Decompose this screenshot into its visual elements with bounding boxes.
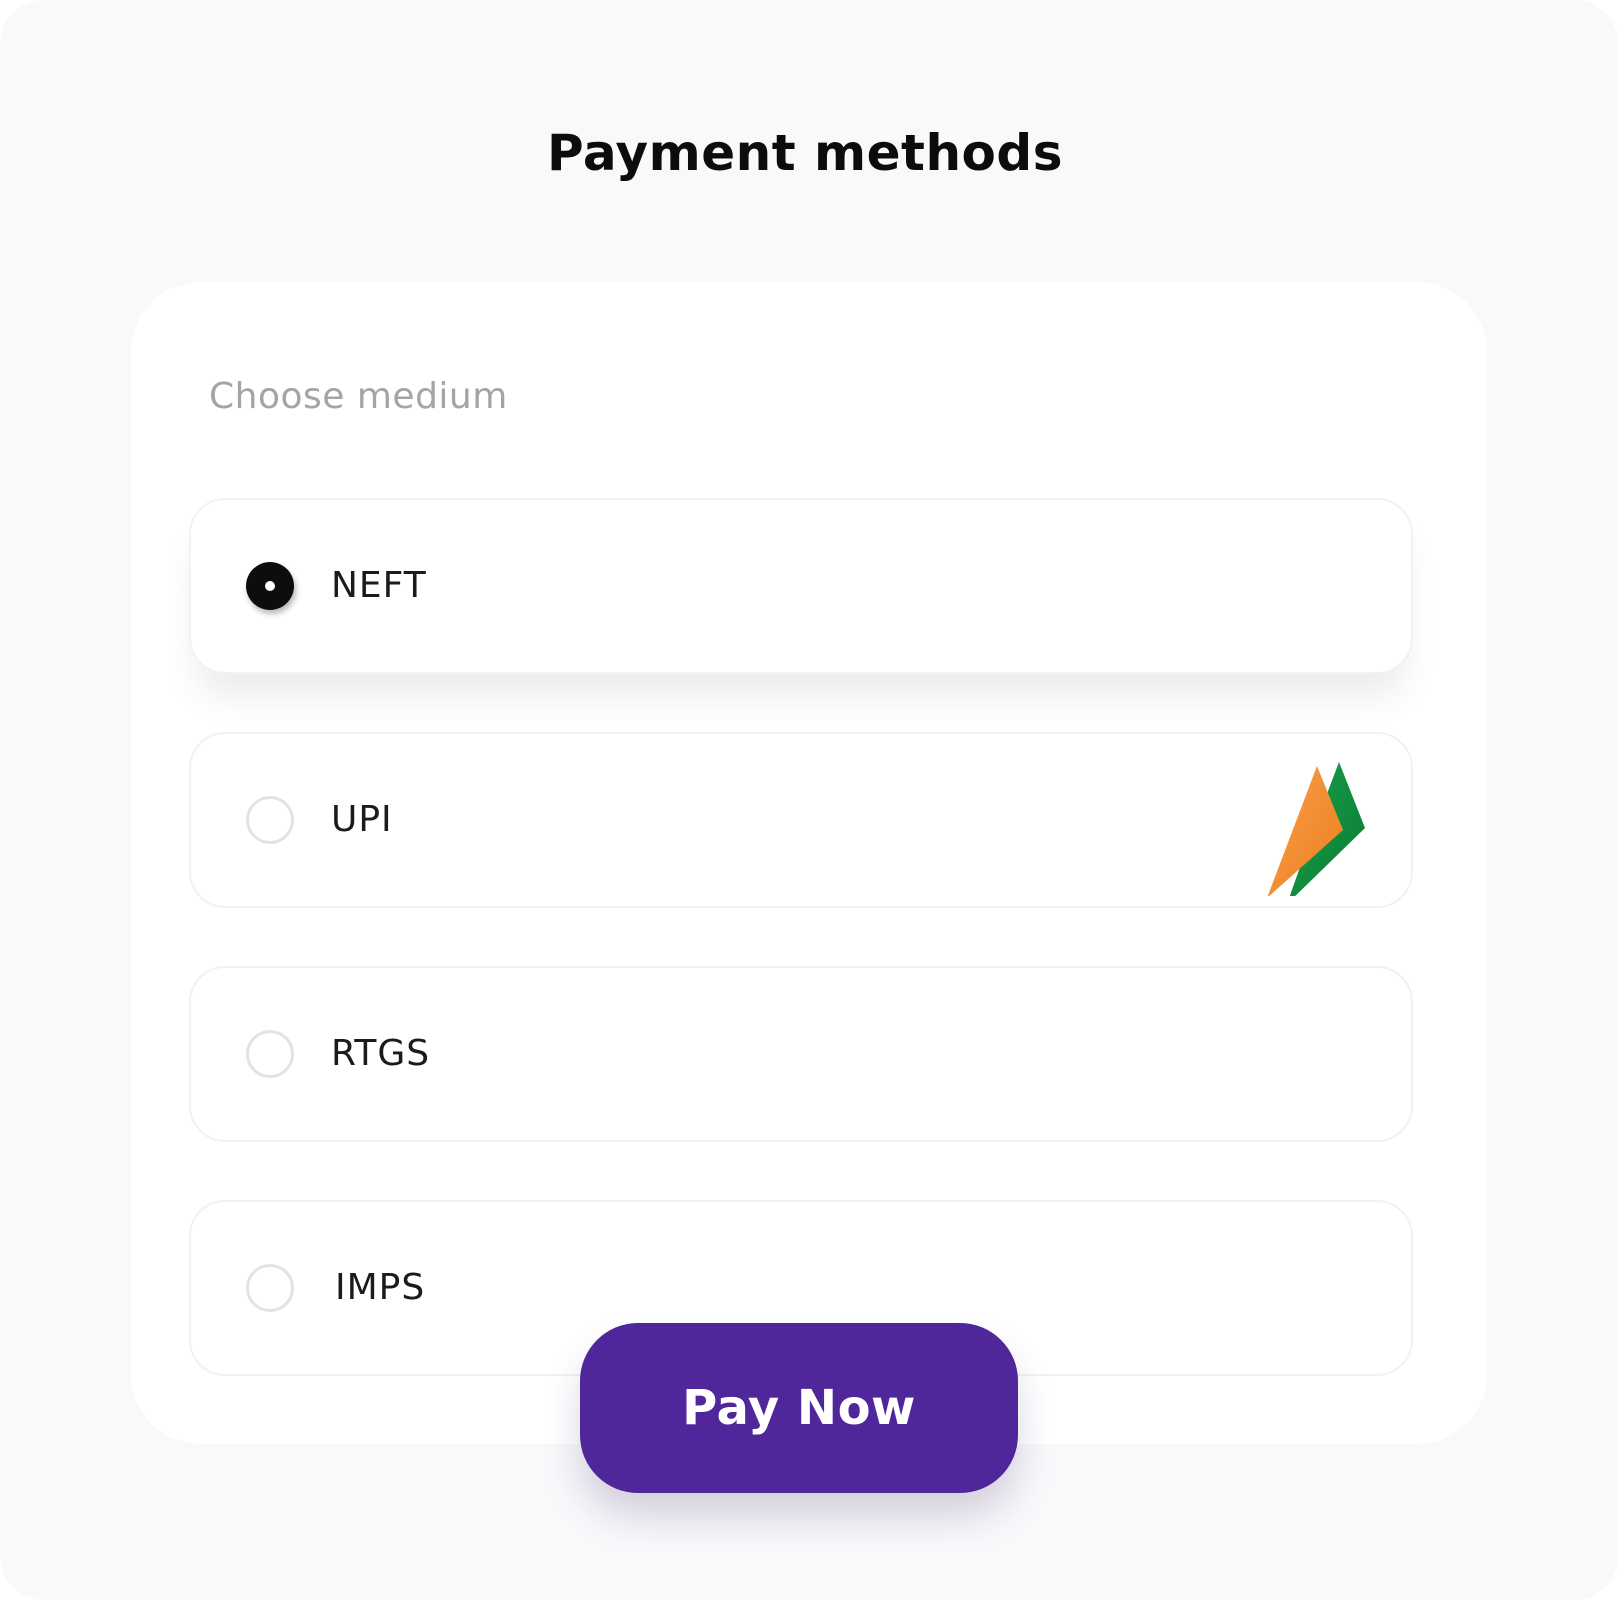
payment-option-label: IMPS xyxy=(335,1267,426,1308)
radio-button-upi[interactable] xyxy=(246,796,294,844)
payment-option-label: NEFT xyxy=(331,565,427,606)
upi-logo-icon xyxy=(1267,762,1365,896)
choose-medium-label: Choose medium xyxy=(209,376,508,417)
page-title: Payment methods xyxy=(547,124,1063,182)
payment-option-neft[interactable]: NEFT xyxy=(189,498,1413,674)
payment-option-label: RTGS xyxy=(331,1033,431,1074)
payment-option-upi[interactable]: UPI xyxy=(189,732,1413,908)
radio-checked-dot xyxy=(265,581,275,591)
radio-button-imps[interactable] xyxy=(246,1264,294,1312)
pay-now-button[interactable]: Pay Now xyxy=(580,1323,1018,1493)
radio-button-neft[interactable] xyxy=(246,562,294,610)
payment-methods-screen: Payment methods Choose medium NEFT UPI R… xyxy=(0,0,1618,1600)
pay-now-label: Pay Now xyxy=(682,1380,916,1436)
payment-option-rtgs[interactable]: RTGS xyxy=(189,966,1413,1142)
radio-button-rtgs[interactable] xyxy=(246,1030,294,1078)
payment-option-label: UPI xyxy=(331,799,393,840)
